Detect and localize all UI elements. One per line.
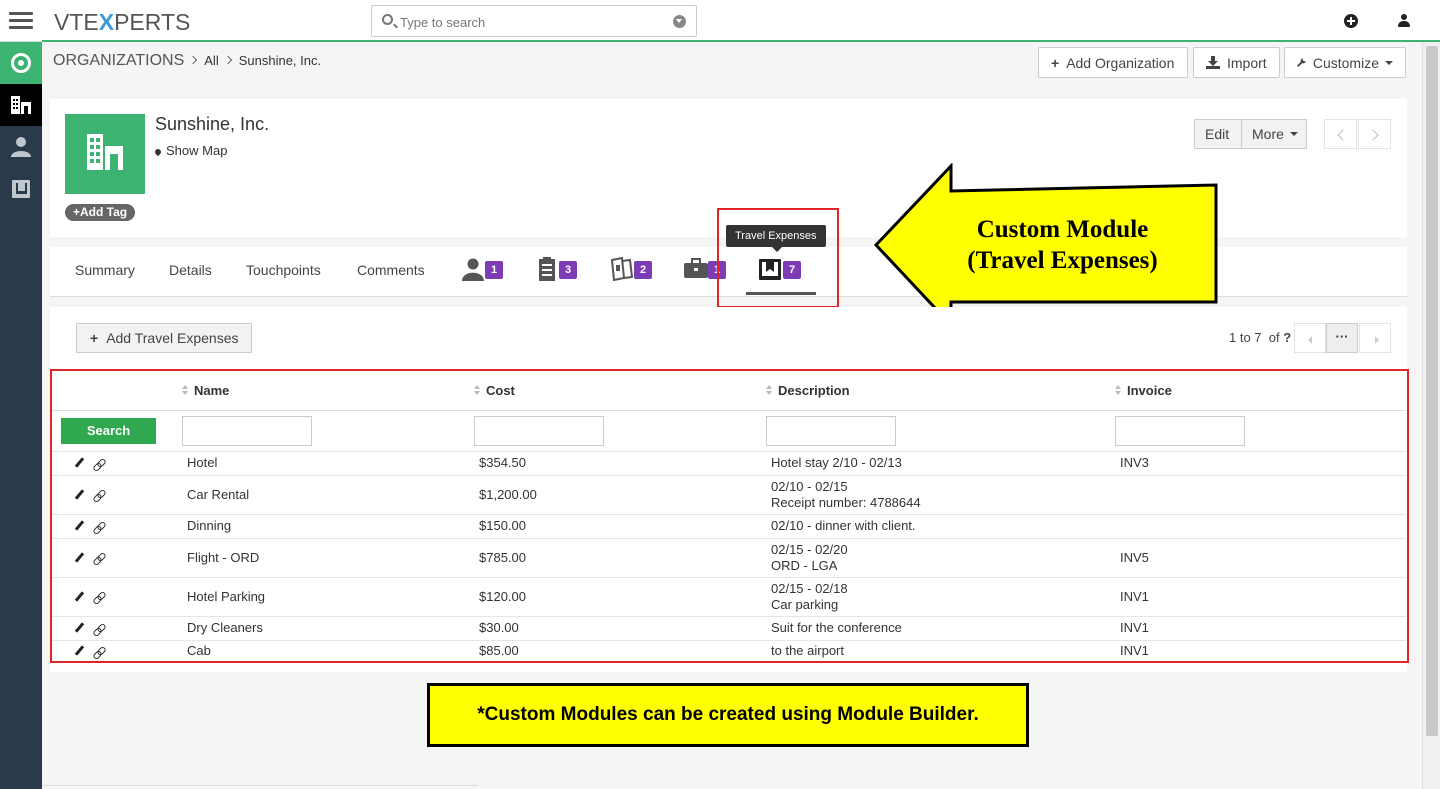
breadcrumb-filter[interactable]: All	[204, 53, 218, 68]
menu-icon[interactable]	[0, 0, 42, 42]
wrench-icon	[1297, 58, 1306, 67]
global-search	[371, 5, 697, 37]
user-icon[interactable]	[1397, 14, 1411, 28]
page-jump-button[interactable]: ···	[1326, 323, 1358, 353]
building-icon	[87, 134, 123, 170]
organization-avatar	[65, 114, 145, 194]
tab-highlight-box	[717, 208, 839, 308]
customize-button[interactable]: Customize	[1284, 47, 1406, 78]
tickets-icon	[539, 257, 555, 281]
add-organization-button[interactable]: + Add Organization	[1038, 47, 1188, 78]
more-button[interactable]: More	[1241, 119, 1307, 149]
add-travel-expenses-button[interactable]: + Add Travel Expenses	[76, 323, 253, 353]
tab-related-tickets[interactable]: 3	[537, 257, 582, 283]
previous-record-button[interactable]	[1324, 119, 1357, 149]
show-map-link[interactable]: Show Map	[153, 143, 227, 158]
scrollbar-thumb[interactable]	[1426, 46, 1438, 736]
plus-icon: +	[1051, 54, 1060, 71]
next-page-button[interactable]	[1359, 323, 1391, 353]
import-button[interactable]: Import	[1193, 47, 1280, 78]
module-builder-note: *Custom Modules can be created using Mod…	[427, 683, 1029, 747]
next-record-button[interactable]	[1358, 119, 1391, 149]
chevron-right-icon	[223, 55, 232, 65]
chevron-right-icon	[189, 55, 198, 65]
tab-comments[interactable]: Comments	[357, 262, 425, 278]
contacts-nav-icon[interactable]	[0, 126, 42, 168]
left-rail	[0, 0, 42, 789]
add-tag-button[interactable]: +Add Tag	[65, 204, 136, 221]
plus-icon: +	[90, 330, 99, 346]
organizations-nav-icon[interactable]	[0, 84, 42, 126]
download-icon	[1206, 56, 1220, 69]
vtexperts-logo[interactable]: VTEXPERTS	[54, 9, 190, 36]
divider	[42, 785, 478, 786]
record-name: Sunshine, Inc.	[155, 114, 270, 134]
table-highlight-box	[50, 369, 1409, 663]
callout-text: Custom Module (Travel Expenses)	[967, 216, 1158, 274]
tab-related-deals[interactable]: 2	[610, 257, 655, 283]
edit-button[interactable]: Edit	[1194, 119, 1242, 149]
tab-summary[interactable]: Summary	[75, 262, 135, 278]
map-marker-icon	[153, 147, 163, 157]
search-input[interactable]	[400, 12, 660, 32]
contacts-icon	[462, 258, 484, 281]
caret-down-icon	[1289, 132, 1298, 136]
breadcrumb-record: Sunshine, Inc.	[238, 53, 322, 68]
home-icon[interactable]	[0, 42, 42, 84]
breadcrumb-module[interactable]: ORGANIZATIONS	[53, 52, 184, 69]
tab-details[interactable]: Details	[169, 262, 212, 278]
briefcase-icon	[684, 258, 708, 278]
tab-related-contacts[interactable]: 1	[461, 257, 506, 283]
breadcrumb: ORGANIZATIONS All Sunshine, Inc.	[53, 52, 321, 70]
vertical-scrollbar[interactable]	[1422, 42, 1440, 789]
book-nav-icon[interactable]	[0, 168, 42, 210]
top-bar: VTEXPERTS	[42, 0, 1440, 42]
tab-touchpoints[interactable]: Touchpoints	[246, 262, 321, 278]
caret-down-icon	[1385, 60, 1393, 65]
chevron-down-icon[interactable]	[673, 15, 686, 28]
previous-page-button[interactable]	[1294, 323, 1326, 353]
quick-create-icon[interactable]	[1344, 14, 1358, 28]
deals-icon	[610, 257, 634, 281]
search-icon	[382, 14, 393, 25]
pagination-info: 1 to 7 of ?	[1229, 330, 1292, 345]
